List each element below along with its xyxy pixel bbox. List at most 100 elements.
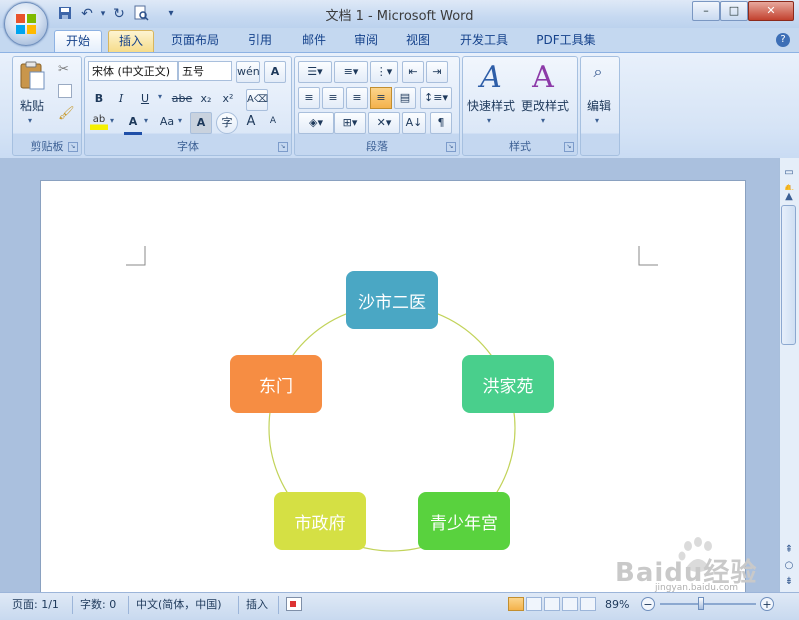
smartart-node-bottom-right-text: 青少年宫 <box>430 513 498 534</box>
smartart-node-right-text: 洪家苑 <box>482 376 534 397</box>
editing-button[interactable]: 编辑 <box>582 97 616 114</box>
styles-launcher-icon[interactable]: ↘ <box>564 142 574 152</box>
maximize-button[interactable]: □ <box>720 1 748 21</box>
line-spacing-icon[interactable]: ↕≡▾ <box>420 87 452 109</box>
status-separator <box>238 596 239 614</box>
view-ruler-icon[interactable]: ▭ <box>781 166 797 180</box>
underline-dropdown-icon[interactable]: ▾ <box>158 92 162 101</box>
smartart-node-right[interactable]: 洪家苑 <box>462 355 554 413</box>
change-styles-dropdown-icon[interactable]: ▾ <box>541 116 545 125</box>
tab-view[interactable]: 视图 <box>396 30 440 51</box>
italic-button[interactable]: I <box>112 89 130 109</box>
grow-font-button[interactable]: A <box>242 112 260 132</box>
editing-dropdown-icon[interactable]: ▾ <box>595 116 599 125</box>
smartart-node-bottom-right[interactable]: 青少年宫 <box>418 492 510 550</box>
char-shading-icon[interactable]: A <box>190 112 212 134</box>
next-page-icon[interactable]: ⇟ <box>781 575 797 589</box>
change-styles-button[interactable]: 更改样式 <box>518 97 572 114</box>
highlight-dropdown-icon[interactable]: ▾ <box>110 116 114 125</box>
office-button[interactable] <box>4 2 48 46</box>
tab-developer[interactable]: 开发工具 <box>452 30 516 51</box>
status-language[interactable]: 中文(简体，中国) <box>136 597 222 613</box>
tab-insert[interactable]: 插入 <box>108 30 154 52</box>
bullets-icon[interactable]: ☰▾ <box>298 61 332 83</box>
subscript-button[interactable]: x₂ <box>196 89 216 109</box>
quick-styles-icon[interactable]: A <box>474 60 508 95</box>
scroll-up-icon[interactable]: ▲ <box>781 190 797 204</box>
outline-view-icon[interactable] <box>562 597 578 611</box>
close-button[interactable]: ✕ <box>748 1 794 21</box>
font-size-select[interactable]: 五号 <box>178 61 232 81</box>
paragraph-launcher-icon[interactable]: ↘ <box>446 142 456 152</box>
tab-mailings[interactable]: 邮件 <box>292 30 336 51</box>
distributed-icon[interactable]: ▤ <box>394 87 416 109</box>
change-case-dropdown-icon[interactable]: ▾ <box>178 116 182 125</box>
justify-icon[interactable]: ≡ <box>370 87 392 109</box>
char-border-button[interactable]: A <box>264 61 286 83</box>
decrease-indent-icon[interactable]: ⇤ <box>402 61 424 83</box>
crop-mark-top-right <box>638 246 658 266</box>
align-right-icon[interactable]: ≡ <box>346 87 368 109</box>
cut-icon[interactable]: ✂ <box>58 62 69 77</box>
font-color-dropdown-icon[interactable]: ▾ <box>144 116 148 125</box>
show-marks-icon[interactable]: ¶ <box>430 112 452 134</box>
smartart-node-left[interactable]: 东门 <box>230 355 322 413</box>
tab-references[interactable]: 引用 <box>238 30 282 51</box>
status-insert-mode[interactable]: 插入 <box>246 597 268 613</box>
macro-record-icon[interactable] <box>286 597 302 611</box>
smartart-node-bottom-left[interactable]: 市政府 <box>274 492 366 550</box>
multilevel-list-icon[interactable]: ⋮▾ <box>370 61 398 83</box>
quick-styles-button[interactable]: 快速样式 <box>464 97 518 114</box>
print-layout-view-icon[interactable] <box>508 597 524 611</box>
tab-page-layout[interactable]: 页面布局 <box>164 30 226 51</box>
minimize-button[interactable]: – <box>692 1 720 21</box>
binoculars-icon[interactable]: ⌕ <box>586 62 610 86</box>
paste-dropdown-icon[interactable]: ▾ <box>28 116 32 125</box>
increase-indent-icon[interactable]: ⇥ <box>426 61 448 83</box>
web-layout-icon[interactable] <box>544 597 560 611</box>
status-page[interactable]: 页面: 1/1 <box>12 597 59 613</box>
smartart-node-left-text: 东门 <box>259 376 293 397</box>
chinese-layout-icon[interactable]: ✕▾ <box>368 112 400 134</box>
highlight-color-icon[interactable]: ab <box>90 112 108 130</box>
smartart-node-top[interactable]: 沙市二医 <box>346 271 438 329</box>
strikethrough-button[interactable]: abe <box>170 89 194 109</box>
clear-formatting-icon[interactable]: A⌫ <box>246 89 268 111</box>
scrollbar-thumb[interactable] <box>781 205 796 345</box>
zoom-slider-track[interactable] <box>660 603 756 605</box>
change-styles-icon[interactable]: A <box>526 60 560 95</box>
phonetic-guide-icon[interactable]: wén <box>236 61 260 83</box>
align-center-icon[interactable]: ≡ <box>322 87 344 109</box>
paste-button[interactable]: 粘贴 <box>14 97 50 114</box>
quick-styles-dropdown-icon[interactable]: ▾ <box>487 116 491 125</box>
underline-button[interactable]: U <box>134 89 156 109</box>
shading-icon[interactable]: ◈▾ <box>298 112 334 134</box>
enclose-char-icon[interactable]: 字 <box>216 112 238 134</box>
prev-page-icon[interactable]: ⇞ <box>781 543 797 557</box>
tab-pdf-tools[interactable]: PDF工具集 <box>528 30 604 51</box>
bold-button[interactable]: B <box>90 89 108 109</box>
full-screen-reading-icon[interactable] <box>526 597 542 611</box>
shrink-font-button[interactable]: A <box>264 112 282 132</box>
browse-object-icon[interactable]: ○ <box>781 559 797 573</box>
align-left-icon[interactable]: ≡ <box>298 87 320 109</box>
tab-home[interactable]: 开始 <box>54 30 102 52</box>
office-logo-icon <box>16 14 36 34</box>
status-words[interactable]: 字数: 0 <box>80 597 116 613</box>
tab-review[interactable]: 审阅 <box>344 30 388 51</box>
sort-icon[interactable]: A↓ <box>402 112 426 134</box>
help-icon[interactable]: ? <box>776 33 790 47</box>
borders-icon[interactable]: ⊞▾ <box>334 112 366 134</box>
styles-group-label: 样式 <box>509 140 531 153</box>
format-painter-icon[interactable]: 🖌 <box>58 106 75 121</box>
copy-icon[interactable] <box>58 84 72 98</box>
numbering-icon[interactable]: ≡▾ <box>334 61 368 83</box>
draft-view-icon[interactable] <box>580 597 596 611</box>
change-case-button[interactable]: Aa <box>156 112 178 132</box>
clipboard-launcher-icon[interactable]: ↘ <box>68 142 78 152</box>
font-name-select[interactable]: 宋体 (中文正文) <box>88 61 178 81</box>
font-launcher-icon[interactable]: ↘ <box>278 142 288 152</box>
font-color-button[interactable]: A <box>124 112 142 135</box>
superscript-button[interactable]: x² <box>218 89 238 109</box>
paste-icon[interactable] <box>18 60 48 90</box>
